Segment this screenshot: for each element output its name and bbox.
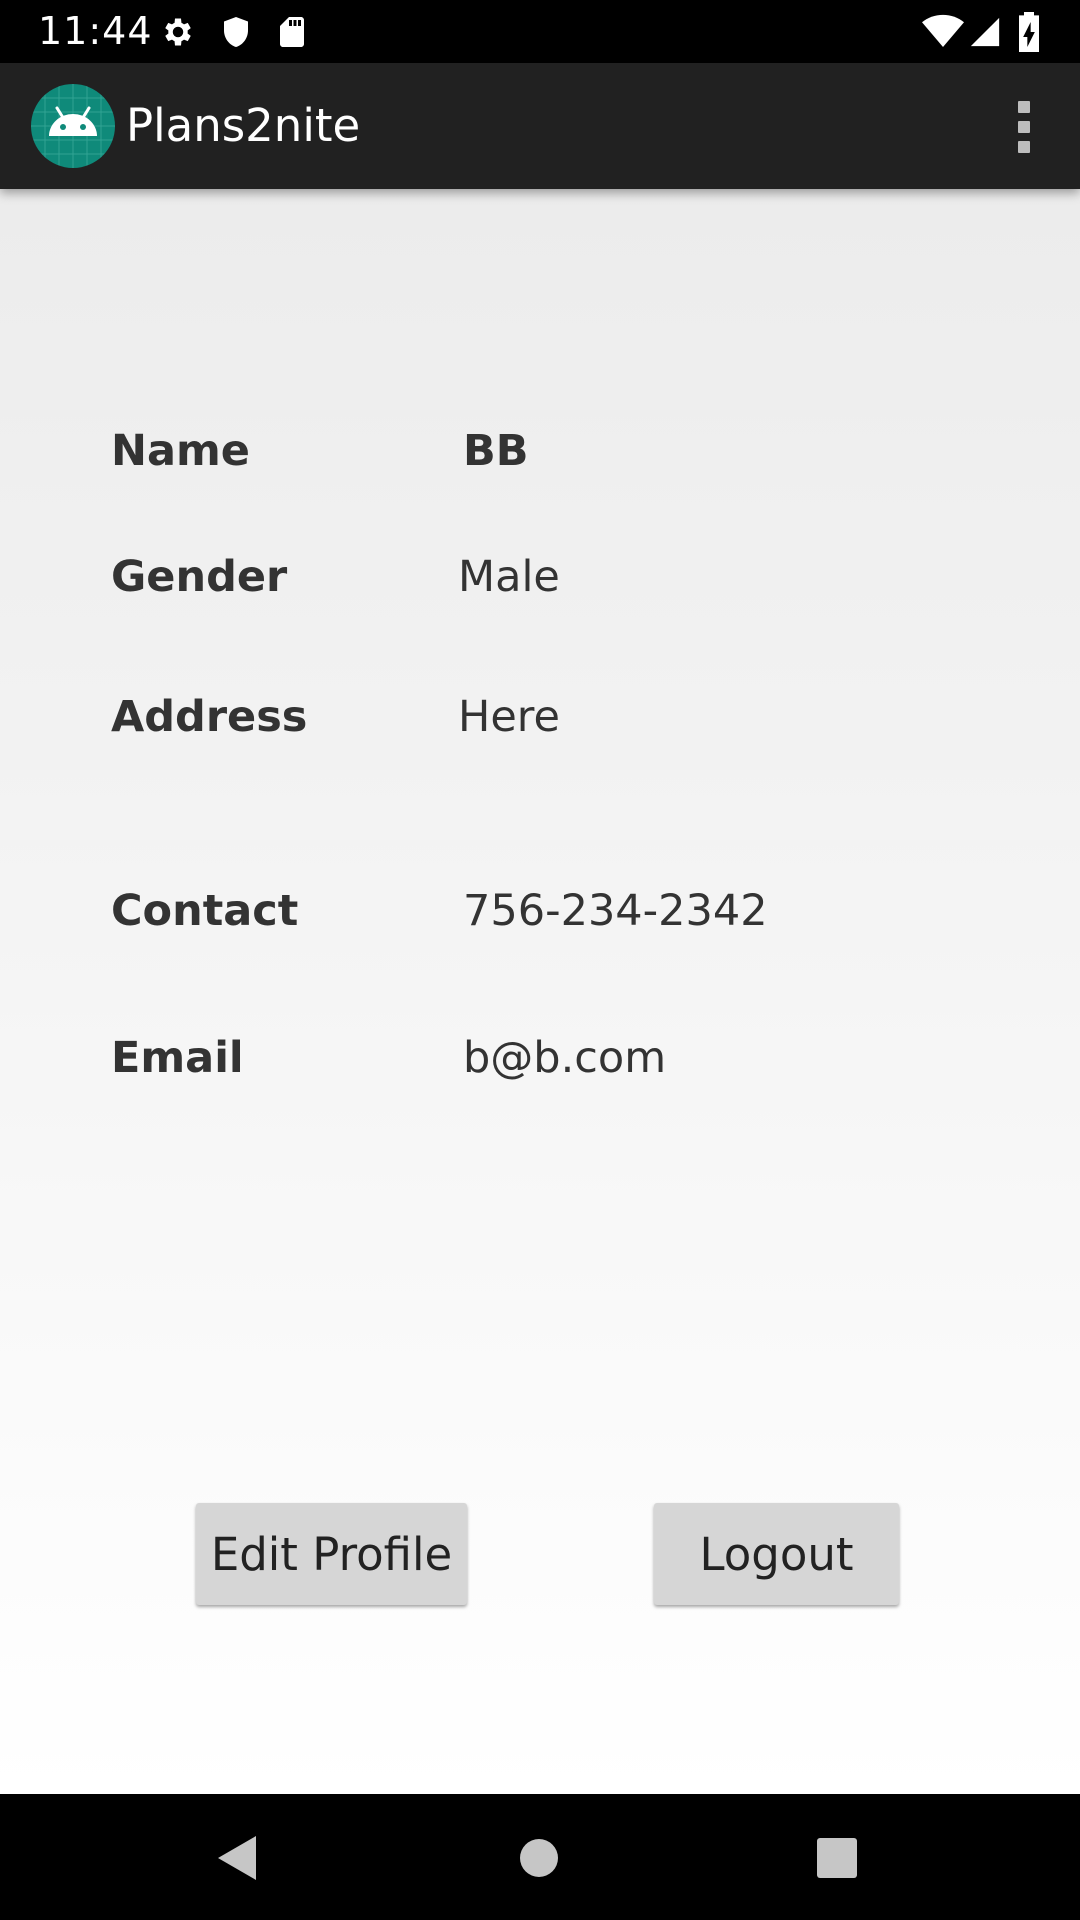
app-title: Plans2nite (126, 99, 361, 152)
status-bar: 11:44 (0, 0, 1080, 63)
status-time: 11:44 (38, 9, 153, 53)
edit-profile-button[interactable]: Edit Profile (196, 1503, 467, 1605)
overflow-menu-icon[interactable] (994, 87, 1054, 165)
name-label: Name (111, 426, 250, 476)
email-value: b@b.com (463, 1033, 667, 1083)
address-label: Address (111, 692, 308, 742)
name-value: BB (463, 426, 529, 476)
email-label: Email (111, 1033, 244, 1083)
logout-button[interactable]: Logout (654, 1503, 899, 1605)
profile-screen: Name BB Gender Male Address Here Contact… (0, 189, 1080, 1794)
android-robot-icon (31, 84, 115, 168)
cell-signal-icon (970, 17, 1000, 47)
settings-gear-icon (165, 18, 191, 46)
wifi-icon (922, 14, 964, 47)
app-bar: Plans2nite (0, 63, 1080, 189)
contact-label: Contact (111, 886, 299, 936)
sd-card-icon (280, 17, 304, 47)
gender-value: Male (458, 552, 560, 602)
battery-charging-icon (1019, 12, 1039, 52)
address-value: Here (458, 692, 560, 742)
shield-icon (224, 17, 248, 47)
back-triangle-icon[interactable] (216, 1834, 258, 1882)
gender-label: Gender (111, 552, 288, 602)
home-circle-icon[interactable] (519, 1838, 559, 1878)
navigation-bar (0, 1794, 1080, 1920)
contact-value: 756-234-2342 (463, 886, 768, 936)
recents-square-icon[interactable] (817, 1838, 857, 1878)
